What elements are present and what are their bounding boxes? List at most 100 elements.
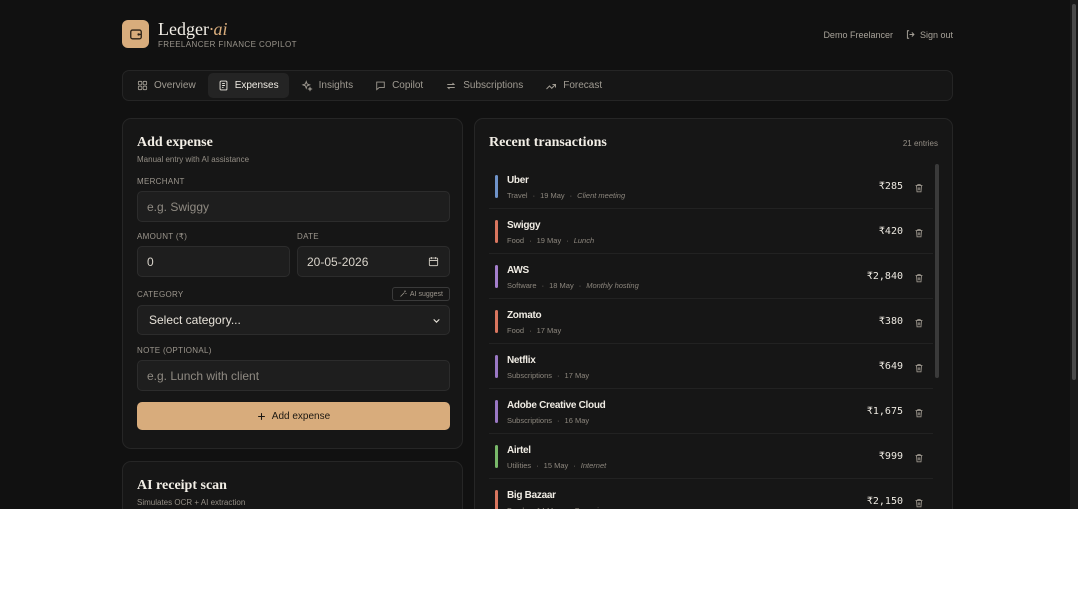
- transaction-meta: Food · 19 May · Lunch: [507, 236, 595, 245]
- ai-suggest-button[interactable]: AI suggest: [391, 287, 450, 301]
- delete-button[interactable]: [914, 225, 924, 243]
- transaction-merchant: Swiggy: [507, 220, 541, 231]
- transaction-row[interactable]: AWS Software · 18 May · Monthly hosting ₹2,8…: [489, 254, 933, 299]
- add-expense-title: Add expense: [137, 135, 213, 150]
- chevron-down-icon: [433, 318, 440, 323]
- note-label: NOTE (OPTIONAL): [137, 346, 212, 355]
- transaction-meta: Food · 17 May: [507, 326, 562, 335]
- transaction-amount: ₹285: [878, 181, 903, 192]
- category-color-bar: [495, 310, 498, 333]
- transaction-merchant: Zomato: [507, 310, 542, 321]
- trash-icon: [915, 184, 923, 193]
- transaction-amount: ₹380: [878, 316, 903, 327]
- brand: Ledger·ai FREELANCER FINANCE COPILOT: [122, 19, 297, 49]
- trash-icon: [915, 319, 923, 328]
- delete-button[interactable]: [914, 180, 924, 198]
- trash-icon: [915, 409, 923, 418]
- tab-insights[interactable]: Insights: [291, 73, 363, 98]
- amount-label: AMOUNT (₹): [137, 232, 188, 241]
- category-select[interactable]: Select category...: [137, 305, 450, 335]
- tab-subscriptions[interactable]: Subscriptions: [435, 73, 533, 98]
- transaction-merchant: Netflix: [507, 355, 536, 366]
- amount-input[interactable]: 0: [137, 246, 290, 277]
- repeat-icon: [447, 82, 456, 89]
- transaction-amount: ₹2,840: [866, 271, 903, 282]
- transaction-merchant: Uber: [507, 175, 529, 186]
- user-name: Demo Freelancer: [823, 29, 893, 40]
- transaction-merchant: Airtel: [507, 445, 531, 456]
- delete-button[interactable]: [914, 450, 924, 468]
- main-nav: Overview Expenses Insights Copilot Subsc…: [122, 70, 953, 101]
- tab-copilot[interactable]: Copilot: [365, 73, 433, 98]
- transaction-meta: Subscriptions · 17 May: [507, 371, 590, 380]
- transaction-merchant: Big Bazaar: [507, 490, 556, 501]
- transaction-row[interactable]: Airtel Utilities · 15 May · Internet ₹999: [489, 434, 933, 479]
- receipt-scan-subtitle: Simulates OCR + AI extraction: [137, 498, 246, 507]
- category-label: CATEGORY: [137, 289, 184, 299]
- tab-expenses[interactable]: Expenses: [207, 73, 289, 98]
- receipt-icon: [219, 80, 228, 91]
- brand-name: Ledger·ai: [158, 19, 228, 39]
- page-scrollbar-thumb[interactable]: [1072, 4, 1076, 380]
- transaction-row[interactable]: Zomato Food · 17 May ₹380: [489, 299, 933, 344]
- category-color-bar: [495, 355, 498, 378]
- trash-icon: [915, 364, 923, 373]
- wallet-icon: [122, 20, 149, 48]
- category-color-bar: [495, 220, 498, 243]
- entries-count: 21 entries: [902, 139, 938, 148]
- tab-overview[interactable]: Overview: [127, 73, 206, 98]
- date-input[interactable]: 20-05-2026: [297, 246, 450, 277]
- trend-up-icon: [546, 83, 557, 89]
- category-color-bar: [495, 175, 498, 198]
- receipt-scan-title: AI receipt scan: [137, 478, 227, 493]
- merchant-input[interactable]: e.g. Swiggy: [137, 191, 450, 222]
- add-expense-subtitle: Manual entry with AI assistance: [137, 155, 250, 164]
- transaction-meta: Food·14 May·Groceries: [507, 506, 606, 509]
- list-scrollbar[interactable]: [935, 164, 939, 378]
- transaction-amount: ₹999: [878, 451, 903, 462]
- delete-button[interactable]: [914, 495, 924, 509]
- delete-button[interactable]: [914, 360, 924, 378]
- transaction-meta: Software · 18 May · Monthly hosting: [507, 281, 639, 290]
- transaction-row[interactable]: Big Bazaar Food·14 May·Groceries ₹2,150: [489, 479, 933, 509]
- calendar-icon[interactable]: [428, 256, 439, 267]
- category-color-bar: [495, 445, 498, 468]
- tab-forecast[interactable]: Forecast: [535, 73, 612, 98]
- category-color-bar: [495, 400, 498, 423]
- trash-icon: [915, 499, 923, 508]
- add-expense-card: Add expense Manual entry with AI assista…: [122, 118, 463, 449]
- delete-button[interactable]: [914, 270, 924, 288]
- page-scrollbar[interactable]: [1070, 0, 1078, 509]
- transaction-meta: Subscriptions · 16 May: [507, 416, 590, 425]
- transaction-amount: ₹649: [878, 361, 903, 372]
- receipt-scan-card: AI receipt scan Simulates OCR + AI extra…: [122, 461, 463, 509]
- logout-icon: [906, 30, 915, 39]
- brand-subtitle: FREELANCER FINANCE COPILOT: [158, 40, 297, 49]
- date-label: DATE: [297, 232, 319, 241]
- delete-button[interactable]: [914, 405, 924, 423]
- category-color-bar: [495, 265, 498, 288]
- magic-wand-icon: [400, 290, 407, 297]
- transaction-row[interactable]: Swiggy Food · 19 May · Lunch ₹420: [489, 209, 933, 254]
- transaction-amount: ₹2,150: [866, 496, 903, 507]
- category-color-bar: [495, 490, 498, 509]
- add-expense-button[interactable]: Add expense: [137, 402, 450, 430]
- sign-out-button[interactable]: Sign out: [905, 29, 953, 40]
- transaction-meta: Utilities · 15 May · Internet: [507, 461, 607, 470]
- trash-icon: [915, 454, 923, 463]
- trash-icon: [915, 274, 923, 283]
- transaction-merchant: Adobe Creative Cloud: [507, 400, 606, 411]
- user-area: Demo Freelancer Sign out: [823, 29, 953, 40]
- transaction-row[interactable]: Adobe Creative Cloud Subscriptions · 16 Ma…: [489, 389, 933, 434]
- sparkles-icon: [301, 79, 313, 92]
- transaction-row[interactable]: Uber Travel · 19 May · Client meeting ₹285: [489, 164, 933, 209]
- note-input[interactable]: e.g. Lunch with client: [137, 360, 450, 391]
- transaction-meta: Travel · 19 May · Client meeting: [507, 191, 626, 200]
- transaction-row[interactable]: Netflix Subscriptions · 17 May ₹649: [489, 344, 933, 389]
- transaction-merchant: AWS: [507, 265, 529, 276]
- recent-transactions-card: Recent transactions 21 entries Uber Trav…: [474, 118, 953, 509]
- delete-button[interactable]: [914, 315, 924, 333]
- transaction-amount: ₹420: [878, 226, 903, 237]
- trash-icon: [915, 229, 923, 238]
- app-window: Ledger·ai FREELANCER FINANCE COPILOT Dem…: [0, 0, 1078, 509]
